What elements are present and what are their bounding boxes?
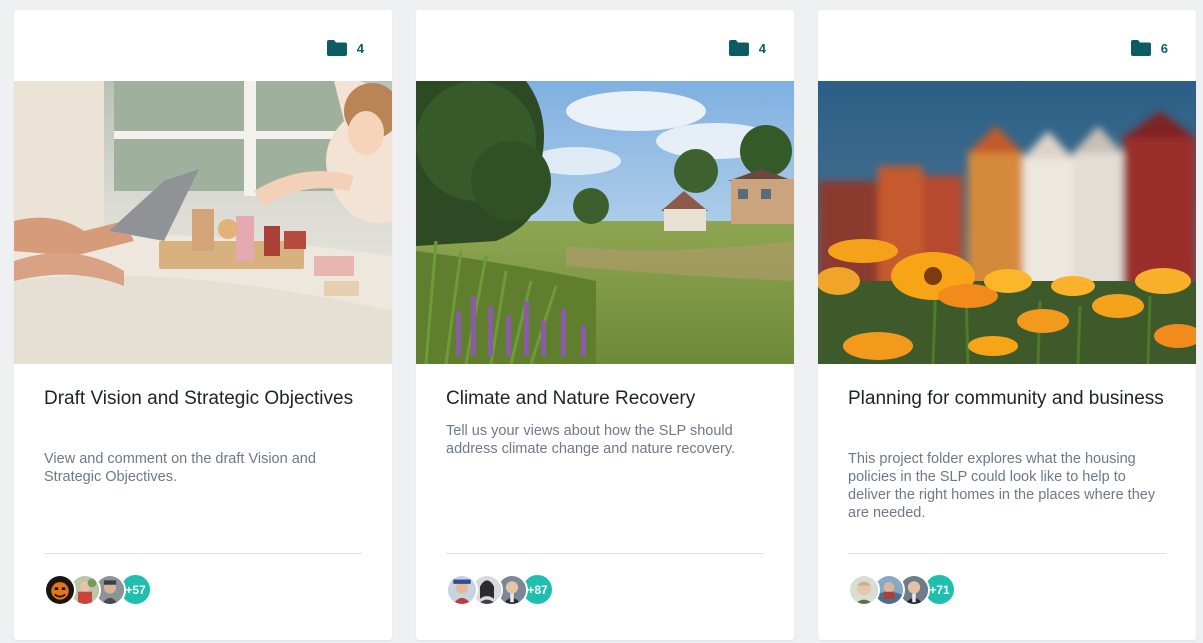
participant-avatars: +57 [44,573,152,606]
folder-count-badge: 6 [1130,40,1168,56]
participant-avatars: +87 [446,573,554,606]
card-image [416,81,794,364]
card-divider [44,553,362,554]
folder-icon [1130,40,1151,56]
avatar [44,573,76,606]
card-description: This project folder explores what the ho… [848,451,1156,521]
card-description: View and comment on the draft Vision and… [44,451,316,485]
folder-count-badge: 4 [728,40,766,56]
folder-count-badge: 4 [326,40,364,56]
card-image [14,81,392,364]
card-divider [848,553,1166,554]
card-image [818,81,1196,364]
folder-icon [728,40,749,56]
card-title[interactable]: Climate and Nature Recovery [446,386,764,411]
card-description: Tell us your views about how the SLP sho… [446,423,736,457]
participant-avatars: +71 [848,573,956,606]
folder-count: 6 [1160,40,1168,56]
folder-icon [326,40,347,56]
folder-count: 4 [758,40,766,56]
folder-count: 4 [356,40,364,56]
card-title[interactable]: Planning for community and business [848,386,1166,411]
card-header: 4 [416,10,794,81]
project-card-climate-nature[interactable]: 4 Climate and Nature Recovery Tell us yo… [416,10,794,640]
project-card-draft-vision[interactable]: 4 Draft Vision and Strategic Objectives … [14,10,392,640]
avatar [848,573,880,606]
card-divider [446,553,764,554]
avatar [446,573,478,606]
project-card-planning-community[interactable]: 6 Planning for community and business Th… [818,10,1196,640]
card-header: 6 [818,10,1196,81]
card-title[interactable]: Draft Vision and Strategic Objectives [44,386,362,411]
card-header: 4 [14,10,392,81]
